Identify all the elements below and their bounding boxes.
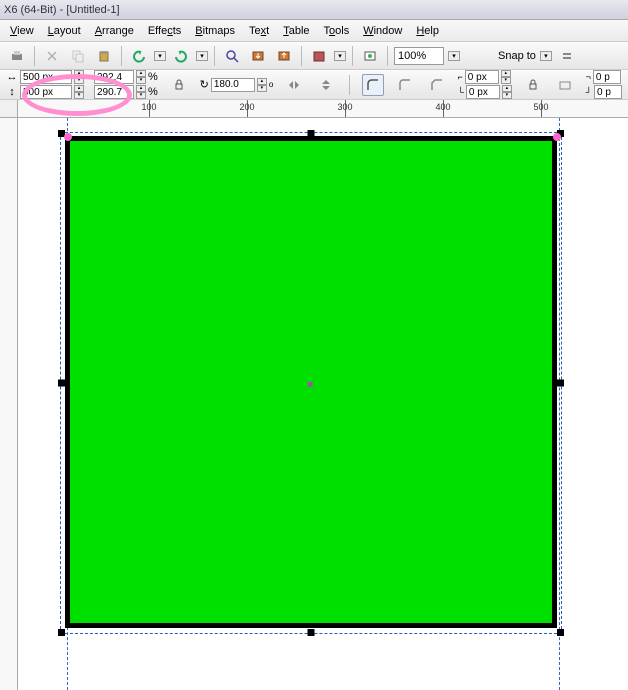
resize-handle[interactable] xyxy=(58,380,65,387)
separator xyxy=(214,46,215,66)
mirror-h-button[interactable] xyxy=(283,74,305,96)
title-bar: X6 (64-Bit) - [Untitled-1] xyxy=(0,0,628,20)
ruler-tick: 300 xyxy=(337,102,352,112)
separator xyxy=(387,46,388,66)
width-input[interactable] xyxy=(20,70,72,84)
redo-button[interactable] xyxy=(170,45,192,67)
paste-button[interactable] xyxy=(93,45,115,67)
node-marker[interactable] xyxy=(64,133,72,141)
corner3-input[interactable] xyxy=(593,70,621,84)
menu-view[interactable]: View xyxy=(10,25,34,37)
relative-corner-button[interactable] xyxy=(554,74,576,96)
vertical-ruler[interactable] xyxy=(0,118,18,690)
search-button[interactable] xyxy=(221,45,243,67)
ruler-tick: 100 xyxy=(141,102,156,112)
round-corner-button[interactable] xyxy=(362,74,384,96)
corner-lock-button[interactable] xyxy=(522,74,544,96)
menu-tools[interactable]: Tools xyxy=(324,25,350,37)
menu-bar: View Layout Arrange Effects Bitmaps Text… xyxy=(0,20,628,42)
menu-layout[interactable]: Layout xyxy=(48,25,81,37)
rotate-icon: ↻ xyxy=(200,78,209,91)
separator xyxy=(349,75,350,95)
degree-label: o xyxy=(269,80,273,89)
scale-x-input[interactable] xyxy=(94,70,134,84)
corner-box: ⌐ ▴▾ └ ▴▾ xyxy=(458,70,512,99)
zoom-dropdown[interactable]: ▾ xyxy=(448,51,460,61)
snap-dropdown[interactable]: ▾ xyxy=(540,51,552,61)
scallop-corner-button[interactable] xyxy=(394,74,416,96)
copy-button[interactable] xyxy=(67,45,89,67)
separator xyxy=(34,46,35,66)
menu-table[interactable]: Table xyxy=(283,25,309,37)
corner2-input[interactable] xyxy=(466,85,500,99)
corner2-spinner[interactable]: ▴▾ xyxy=(502,85,512,99)
rectangle-shape[interactable] xyxy=(65,136,557,628)
resize-handle[interactable] xyxy=(58,629,65,636)
corner1-input[interactable] xyxy=(465,70,499,84)
separator xyxy=(352,46,353,66)
corner-icon: ⌐ xyxy=(458,72,463,82)
scale-y-input[interactable] xyxy=(94,85,134,99)
ruler-tick: 500 xyxy=(533,102,548,112)
property-bar: ↔ ▴▾ ↕ ▴▾ ▴▾ % ▴▾ % ↻ ▴▾ o xyxy=(0,70,628,100)
guide-line[interactable] xyxy=(559,118,560,690)
menu-help[interactable]: Help xyxy=(416,25,439,37)
menu-effects[interactable]: Effects xyxy=(148,25,181,37)
percent-label: % xyxy=(148,86,158,98)
corner-box2: ¬ ┘ xyxy=(586,70,622,99)
menu-arrange[interactable]: Arrange xyxy=(95,25,134,37)
separator xyxy=(121,46,122,66)
print-button[interactable] xyxy=(6,45,28,67)
width-icon: ↔ xyxy=(6,71,18,83)
ruler-origin[interactable] xyxy=(0,100,18,118)
horizontal-ruler[interactable]: 100 200 300 400 500 xyxy=(18,100,628,118)
menu-bitmaps[interactable]: Bitmaps xyxy=(195,25,235,37)
separator xyxy=(301,46,302,66)
publish-dropdown[interactable]: ▾ xyxy=(334,51,346,61)
scale-x-spinner[interactable]: ▴▾ xyxy=(136,70,146,84)
zoom-input[interactable] xyxy=(394,47,444,65)
publish-button[interactable] xyxy=(308,45,330,67)
cut-button[interactable] xyxy=(41,45,63,67)
redo-dropdown[interactable]: ▾ xyxy=(196,51,208,61)
rotation-box: ↻ ▴▾ o xyxy=(200,78,274,92)
height-icon: ↕ xyxy=(6,86,18,98)
menu-text[interactable]: Text xyxy=(249,25,269,37)
percent-label: % xyxy=(148,71,158,83)
width-spinner[interactable]: ▴▾ xyxy=(74,70,84,84)
welcome-button[interactable] xyxy=(359,45,381,67)
main-toolbar: ▾ ▾ ▾ ▾ Snap to ▾ xyxy=(0,42,628,70)
chamfer-corner-button[interactable] xyxy=(426,74,448,96)
options-button[interactable] xyxy=(556,45,578,67)
undo-button[interactable] xyxy=(128,45,150,67)
undo-dropdown[interactable]: ▾ xyxy=(154,51,166,61)
export-button[interactable] xyxy=(273,45,295,67)
scale-box: ▴▾ % ▴▾ % xyxy=(94,70,158,99)
snap-label: Snap to xyxy=(498,50,536,62)
size-box: ↔ ▴▾ ↕ ▴▾ xyxy=(6,70,84,99)
corner-icon: ¬ xyxy=(586,72,591,82)
rotation-spinner[interactable]: ▴▾ xyxy=(257,78,267,92)
node-marker[interactable] xyxy=(553,133,561,141)
ruler-tick: 400 xyxy=(435,102,450,112)
resize-handle[interactable] xyxy=(308,629,315,636)
scale-y-spinner[interactable]: ▴▾ xyxy=(136,85,146,99)
corner-icon: ┘ xyxy=(586,87,592,97)
import-button[interactable] xyxy=(247,45,269,67)
lock-ratio-button[interactable] xyxy=(168,74,190,96)
corner-icon: └ xyxy=(458,87,464,97)
corner1-spinner[interactable]: ▴▾ xyxy=(501,70,511,84)
rotation-input[interactable] xyxy=(211,78,255,92)
height-input[interactable] xyxy=(20,85,72,99)
canvas[interactable]: × xyxy=(18,118,628,690)
ruler-tick: 200 xyxy=(239,102,254,112)
height-spinner[interactable]: ▴▾ xyxy=(74,85,84,99)
mirror-v-button[interactable] xyxy=(315,74,337,96)
window-title: X6 (64-Bit) - [Untitled-1] xyxy=(4,4,120,16)
menu-window[interactable]: Window xyxy=(363,25,402,37)
corner4-input[interactable] xyxy=(594,85,622,99)
